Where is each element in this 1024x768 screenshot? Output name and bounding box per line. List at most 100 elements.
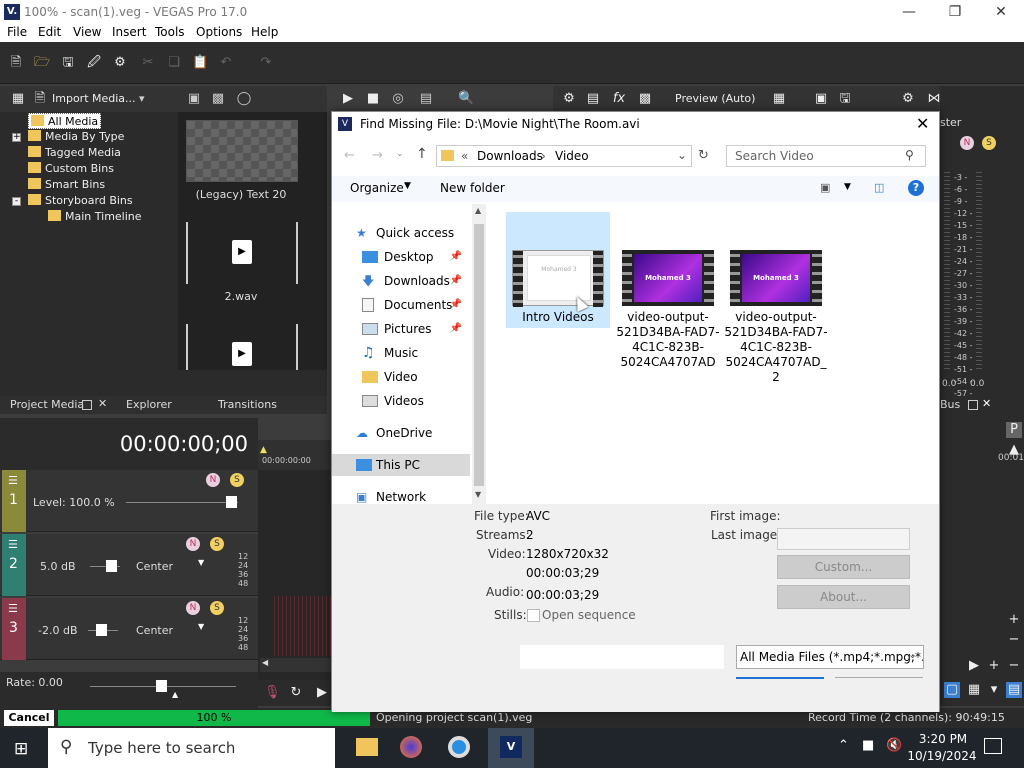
windows-start-icon[interactable]: ⊞ bbox=[14, 739, 28, 759]
snapping-icon[interactable]: ▢ bbox=[944, 682, 960, 698]
custom-button[interactable]: Custom... bbox=[777, 555, 910, 579]
nav-music[interactable]: ♫ Music bbox=[332, 342, 470, 364]
preview-settings-icon[interactable]: ⚙ bbox=[561, 91, 577, 107]
address-dropdown-icon[interactable]: ⌄ bbox=[677, 148, 687, 162]
tab-project-media[interactable]: Project Media bbox=[10, 398, 84, 411]
tree-item-all-media[interactable]: All Media bbox=[28, 113, 102, 129]
scroll-left-icon[interactable]: ◀ bbox=[262, 658, 268, 667]
maximize-button[interactable]: ❐ bbox=[932, 0, 978, 24]
nav-pictures[interactable]: Pictures 📌 bbox=[332, 318, 470, 340]
clock-time[interactable]: 3:20 PM bbox=[918, 732, 968, 746]
render-icon[interactable]: 🖉 bbox=[86, 55, 102, 71]
zoom-in-icon[interactable]: + bbox=[986, 658, 1002, 674]
tray-chevron-icon[interactable]: ⌃ bbox=[838, 738, 849, 753]
close-button[interactable]: ✕ bbox=[978, 0, 1024, 24]
web-icon[interactable]: ◯ bbox=[236, 91, 252, 107]
record-icon[interactable]: 🎙 bbox=[264, 685, 281, 701]
mixer-settings-icon[interactable]: ⚙ bbox=[900, 91, 916, 107]
browser-icon[interactable] bbox=[448, 736, 470, 758]
media-thumbnail-audio[interactable]: ▶ bbox=[186, 324, 298, 370]
grid-icon[interactable]: ▦ bbox=[771, 91, 787, 107]
firefox-icon[interactable] bbox=[400, 736, 422, 758]
capture-icon[interactable]: ▣ bbox=[186, 91, 202, 107]
new-folder-button[interactable]: New folder bbox=[440, 181, 505, 195]
track-1[interactable]: ☰ 1 N S Level: 100.0 % bbox=[0, 470, 258, 532]
view-options-icon[interactable]: ▣ bbox=[820, 181, 830, 194]
edit-tool-icon[interactable]: ▾ bbox=[986, 682, 1002, 698]
cancel-dialog-button[interactable] bbox=[835, 677, 923, 681]
import-media-button[interactable]: Import Media... bbox=[52, 92, 136, 105]
fx-icon[interactable]: fx bbox=[611, 91, 627, 107]
paste-icon[interactable]: 📋 bbox=[192, 55, 208, 71]
tab-transitions[interactable]: Transitions bbox=[218, 398, 277, 411]
recent-locations-icon[interactable]: ⌄ bbox=[396, 149, 404, 159]
minimize-button[interactable]: — bbox=[886, 0, 932, 24]
play-from-start-icon[interactable]: ▶ bbox=[314, 685, 330, 701]
split-icon[interactable]: ▤ bbox=[585, 91, 601, 107]
menu-view[interactable]: View bbox=[73, 25, 101, 39]
chevron-down-icon[interactable]: ▾ bbox=[139, 92, 145, 105]
refresh-icon[interactable]: ↻ bbox=[698, 148, 709, 163]
file-item[interactable]: Mohamed 3 video-output-521D34BA-FAD7-4C1… bbox=[724, 212, 828, 385]
nav-downloads[interactable]: 🡇 Downloads 📌 bbox=[332, 270, 470, 292]
clock-date[interactable]: 10/19/2024 bbox=[906, 749, 978, 763]
solo-icon[interactable]: S bbox=[230, 473, 244, 487]
mute-icon[interactable]: N bbox=[960, 136, 974, 150]
file-item[interactable]: Mohamed 3 video-output-521D34BA-FAD7-4C1… bbox=[616, 212, 720, 370]
nav-quick-access[interactable]: ★ Quick access bbox=[332, 222, 470, 244]
chevron-down-icon[interactable]: ▼ bbox=[404, 181, 411, 191]
lock-icon[interactable]: ▤ bbox=[1006, 682, 1022, 698]
copy-snapshot-icon[interactable]: ▣ bbox=[813, 91, 829, 107]
menu-insert[interactable]: Insert bbox=[112, 25, 146, 39]
import-media-icon[interactable]: 🗎 bbox=[32, 91, 48, 107]
address-bar[interactable]: « Downloads › Video ⌄ bbox=[436, 145, 692, 167]
breadcrumb-downloads[interactable]: Downloads bbox=[477, 149, 543, 163]
tree-item-tagged-media[interactable]: Tagged Media bbox=[28, 145, 121, 161]
solo-icon[interactable]: S bbox=[210, 601, 224, 615]
scroll-thumb[interactable] bbox=[474, 224, 484, 486]
preview-pane-icon[interactable]: ◫ bbox=[874, 181, 884, 194]
nav-documents[interactable]: Documents 📌 bbox=[332, 294, 470, 316]
file-type-filter[interactable]: All Media Files (*.mp4;*.mpg;*.j bbox=[736, 645, 924, 669]
tab-explorer[interactable]: Explorer bbox=[126, 398, 172, 411]
save-snapshot-icon[interactable]: 🖫 bbox=[837, 91, 853, 107]
loop-icon[interactable]: ↻ bbox=[288, 685, 304, 701]
volume-slider-thumb[interactable] bbox=[96, 624, 107, 636]
solo-icon[interactable]: S bbox=[210, 537, 224, 551]
track-menu-icon[interactable]: ☰ bbox=[8, 602, 18, 615]
nav-video[interactable]: Video bbox=[332, 366, 470, 388]
nav-this-pc[interactable]: This PC bbox=[332, 454, 470, 476]
back-icon[interactable]: ← bbox=[344, 148, 355, 163]
tree-item-main-timeline[interactable]: Main Timeline bbox=[48, 209, 142, 225]
level-slider-thumb[interactable] bbox=[226, 496, 237, 508]
file-item[interactable]: Mohamed 3 Intro Videos bbox=[506, 212, 610, 328]
scroll-up-icon[interactable]: ▲ bbox=[475, 206, 481, 215]
network-tray-icon[interactable]: ■ bbox=[862, 738, 874, 753]
properties-gear-icon[interactable]: ⚙ bbox=[112, 55, 128, 71]
chevron-down-icon[interactable]: ▼ bbox=[844, 182, 851, 192]
collapse-icon[interactable]: - bbox=[12, 197, 21, 206]
redo-icon[interactable]: ↷ bbox=[258, 55, 274, 71]
menu-options[interactable]: Options bbox=[196, 25, 242, 39]
zoom-in-icon[interactable]: + bbox=[1006, 612, 1022, 628]
open-sequence-checkbox[interactable] bbox=[527, 609, 540, 622]
menu-file[interactable]: File bbox=[7, 25, 27, 39]
scroll-right-icon[interactable]: ▶ bbox=[966, 658, 982, 674]
overlay-icon[interactable]: ▩ bbox=[637, 91, 653, 107]
last-image-field[interactable] bbox=[777, 528, 910, 550]
media-fx-icon[interactable]: ▩ bbox=[210, 91, 226, 107]
tree-item-smart-bins[interactable]: Smart Bins bbox=[28, 177, 105, 193]
track-menu-icon[interactable]: ☰ bbox=[8, 538, 18, 551]
solo-icon[interactable]: S bbox=[982, 136, 996, 150]
tree-item-storyboard-bins[interactable]: Storyboard Bins bbox=[28, 193, 133, 209]
scroll-down-icon[interactable]: ▼ bbox=[475, 490, 481, 499]
volume-muted-icon[interactable]: 🔇 bbox=[886, 738, 902, 753]
taskbar-search-input[interactable]: ⚲ Type here to search bbox=[48, 728, 335, 768]
menu-tools[interactable]: Tools bbox=[155, 25, 185, 39]
menu-edit[interactable]: Edit bbox=[38, 25, 61, 39]
mute-icon[interactable]: N bbox=[186, 601, 200, 615]
help-icon[interactable]: ? bbox=[908, 180, 924, 196]
view-icon[interactable]: ▦ bbox=[10, 91, 26, 107]
nav-scrollbar[interactable]: ▲ ▼ bbox=[472, 204, 486, 504]
breadcrumb-video[interactable]: Video bbox=[555, 149, 589, 163]
